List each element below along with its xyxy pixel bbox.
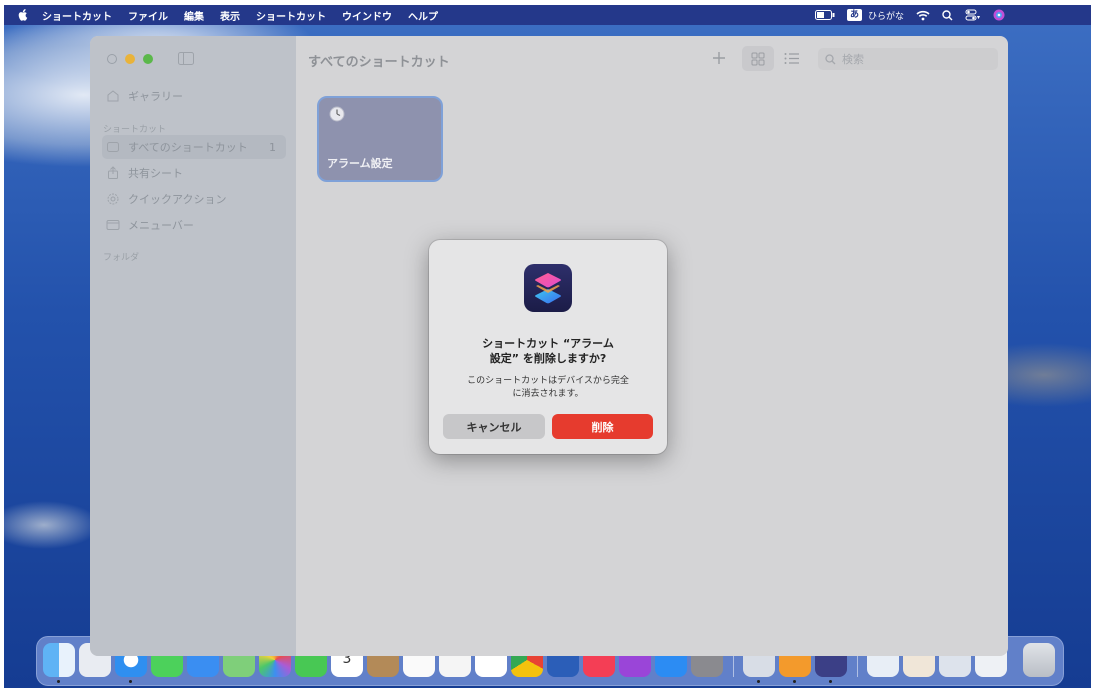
spotlight-search-icon[interactable]: [942, 9, 953, 21]
sidebar-toggle-icon[interactable]: [178, 52, 194, 65]
sidebar-item-menu-bar[interactable]: メニューバー: [102, 213, 286, 237]
sidebar-item-quick-actions[interactable]: クイックアクション: [102, 187, 286, 211]
input-method-label[interactable]: ひらがな: [868, 9, 904, 22]
sidebar-item-gallery[interactable]: ギャラリー: [102, 84, 286, 108]
menu-window[interactable]: ウインドウ: [342, 8, 392, 23]
delete-button[interactable]: 削除: [552, 414, 653, 439]
trash-icon[interactable]: [1023, 643, 1055, 677]
grid-view-button[interactable]: [742, 46, 774, 71]
menu-shortcuts[interactable]: ショートカット: [256, 8, 326, 23]
menu-bar: ショートカット ファイル 編集 表示 ショートカット ウインドウ ヘルプ あ ひ…: [4, 5, 1091, 25]
dialog-message-line: このショートカットはデバイスから完全: [467, 376, 629, 386]
search-field[interactable]: 検索: [818, 48, 998, 70]
wifi-icon[interactable]: [916, 10, 930, 21]
list-view-icon[interactable]: [784, 52, 800, 65]
gear-icon: [107, 193, 119, 205]
menu-help[interactable]: ヘルプ: [408, 8, 438, 23]
shortcut-card-label: アラーム設定: [327, 157, 393, 170]
input-method-mark[interactable]: あ: [846, 9, 862, 21]
shortcuts-app-icon: [524, 264, 572, 312]
apple-icon[interactable]: [16, 8, 30, 22]
dialog-title-line: ショートカット “アラーム: [482, 337, 614, 350]
siri-icon[interactable]: [993, 9, 1005, 21]
shortcut-card[interactable]: アラーム設定: [317, 96, 443, 182]
menu-edit[interactable]: 編集: [184, 8, 204, 23]
clock-icon: [329, 106, 345, 122]
add-icon[interactable]: [711, 50, 727, 66]
sidebar: ギャラリー ショートカット すべてのショートカット 1 共有シート クイックアク…: [90, 36, 296, 656]
delete-confirm-dialog: ショートカット “アラーム 設定” を削除しますか? このショートカットはデバイ…: [429, 240, 667, 454]
menu-bar-icon: [106, 220, 120, 230]
menu-view[interactable]: 表示: [220, 8, 240, 23]
sidebar-section-folders: フォルダ: [103, 253, 140, 263]
sidebar-item-label: ギャラリー: [128, 90, 183, 103]
window-controls: [107, 54, 153, 64]
cancel-button[interactable]: キャンセル: [443, 414, 545, 439]
sidebar-item-label: 共有シート: [128, 167, 183, 180]
shortcut-count: 1: [269, 140, 276, 154]
dialog-title: ショートカット “アラーム 設定” を削除しますか?: [445, 336, 651, 366]
all-shortcuts-icon: [107, 142, 119, 152]
dialog-title-line: 設定” を削除しますか?: [489, 352, 607, 365]
menu-file[interactable]: ファイル: [128, 8, 168, 23]
sidebar-item-share-sheet[interactable]: 共有シート: [102, 161, 286, 185]
menu-app-name[interactable]: ショートカット: [42, 8, 112, 23]
grid-icon: [751, 52, 765, 66]
finder-icon[interactable]: [43, 643, 75, 683]
sidebar-section-shortcuts: ショートカット: [103, 125, 167, 135]
sidebar-item-label: メニューバー: [128, 219, 194, 232]
control-center-icon[interactable]: ▾: [965, 9, 981, 21]
search-placeholder: 検索: [842, 53, 864, 66]
svg-text:▾: ▾: [977, 14, 980, 21]
dialog-message-line: に消去されます。: [512, 389, 584, 399]
sidebar-item-all-shortcuts[interactable]: すべてのショートカット 1: [102, 135, 286, 159]
close-button[interactable]: [107, 54, 117, 64]
gallery-icon: [107, 90, 119, 102]
zoom-button[interactable]: [143, 54, 153, 64]
search-icon: [825, 53, 836, 64]
page-title: すべてのショートカット: [308, 55, 450, 70]
dialog-message: このショートカットはデバイスから完全 に消去されます。: [445, 375, 651, 401]
battery-icon[interactable]: [814, 10, 835, 20]
share-icon: [108, 166, 118, 179]
sidebar-item-label: すべてのショートカット: [128, 141, 248, 154]
minimize-button[interactable]: [125, 54, 135, 64]
sidebar-item-label: クイックアクション: [128, 193, 227, 206]
